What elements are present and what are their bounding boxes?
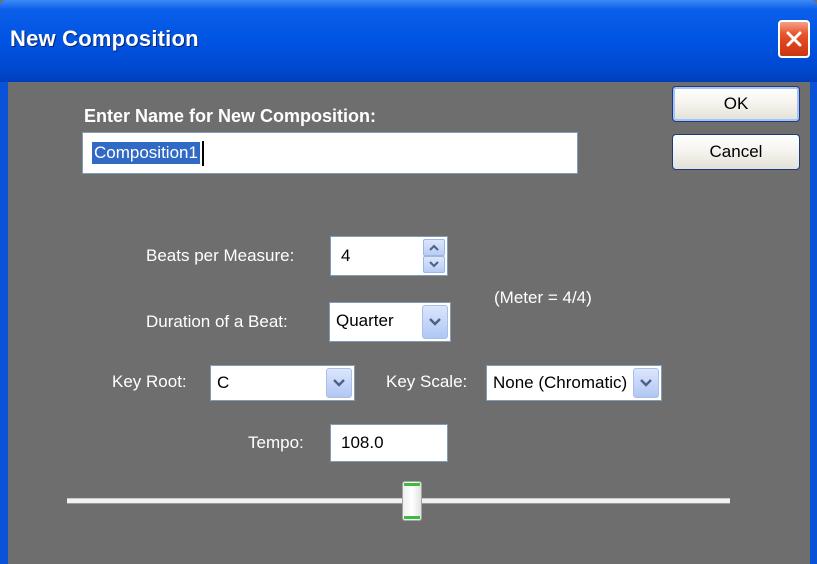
tempo-input[interactable]: 108.0 (330, 424, 448, 462)
beat-duration-value: Quarter (336, 311, 394, 330)
chevron-down-icon (640, 379, 652, 387)
key-scale-select[interactable]: None (Chromatic) (486, 365, 662, 401)
key-scale-value: None (Chromatic) (493, 373, 628, 392)
text-caret (202, 141, 204, 166)
spinner-buttons (423, 239, 445, 273)
beats-per-measure-label: Beats per Measure: (146, 246, 295, 265)
beats-per-measure-value: 4 (341, 246, 351, 265)
key-root-label: Key Root: (112, 372, 187, 391)
window-frame-left (0, 82, 8, 564)
beat-duration-select[interactable]: Quarter (329, 302, 451, 342)
beat-duration-label: Duration of a Beat: (146, 312, 288, 331)
window-frame-right (810, 82, 817, 564)
key-root-dropdown-button[interactable] (326, 368, 352, 398)
chevron-down-icon (429, 318, 441, 326)
key-root-value: C (217, 373, 230, 392)
tempo-slider-track[interactable] (67, 498, 730, 504)
new-composition-dialog: New Composition Enter Name for New Compo… (0, 0, 817, 564)
beat-duration-dropdown-button[interactable] (422, 305, 448, 339)
spin-up-button[interactable] (423, 239, 445, 256)
spin-down-arrow-icon (429, 261, 439, 268)
composition-name-input[interactable]: Composition1 (82, 132, 578, 174)
tempo-label: Tempo: (248, 433, 304, 452)
spin-down-button[interactable] (423, 256, 445, 273)
tempo-slider-thumb[interactable] (402, 481, 422, 521)
ok-button[interactable]: OK (672, 86, 800, 122)
composition-name-label: Enter Name for New Composition: (84, 106, 377, 126)
beats-per-measure-spinner[interactable]: 4 (330, 236, 448, 276)
composition-name-value: Composition1 (92, 142, 200, 164)
key-scale-label: Key Scale: (386, 372, 468, 391)
meter-readout: (Meter = 4/4) (494, 288, 592, 307)
cancel-button[interactable]: Cancel (672, 134, 800, 170)
close-button[interactable] (778, 20, 810, 58)
key-scale-dropdown-button[interactable] (633, 368, 659, 398)
spin-up-arrow-icon (429, 244, 439, 251)
close-x-icon (786, 31, 802, 47)
chevron-down-icon (333, 379, 345, 387)
tempo-value: 108.0 (341, 433, 384, 452)
key-root-select[interactable]: C (210, 365, 355, 401)
window-title: New Composition (10, 26, 199, 51)
title-bar[interactable]: New Composition (0, 0, 817, 82)
